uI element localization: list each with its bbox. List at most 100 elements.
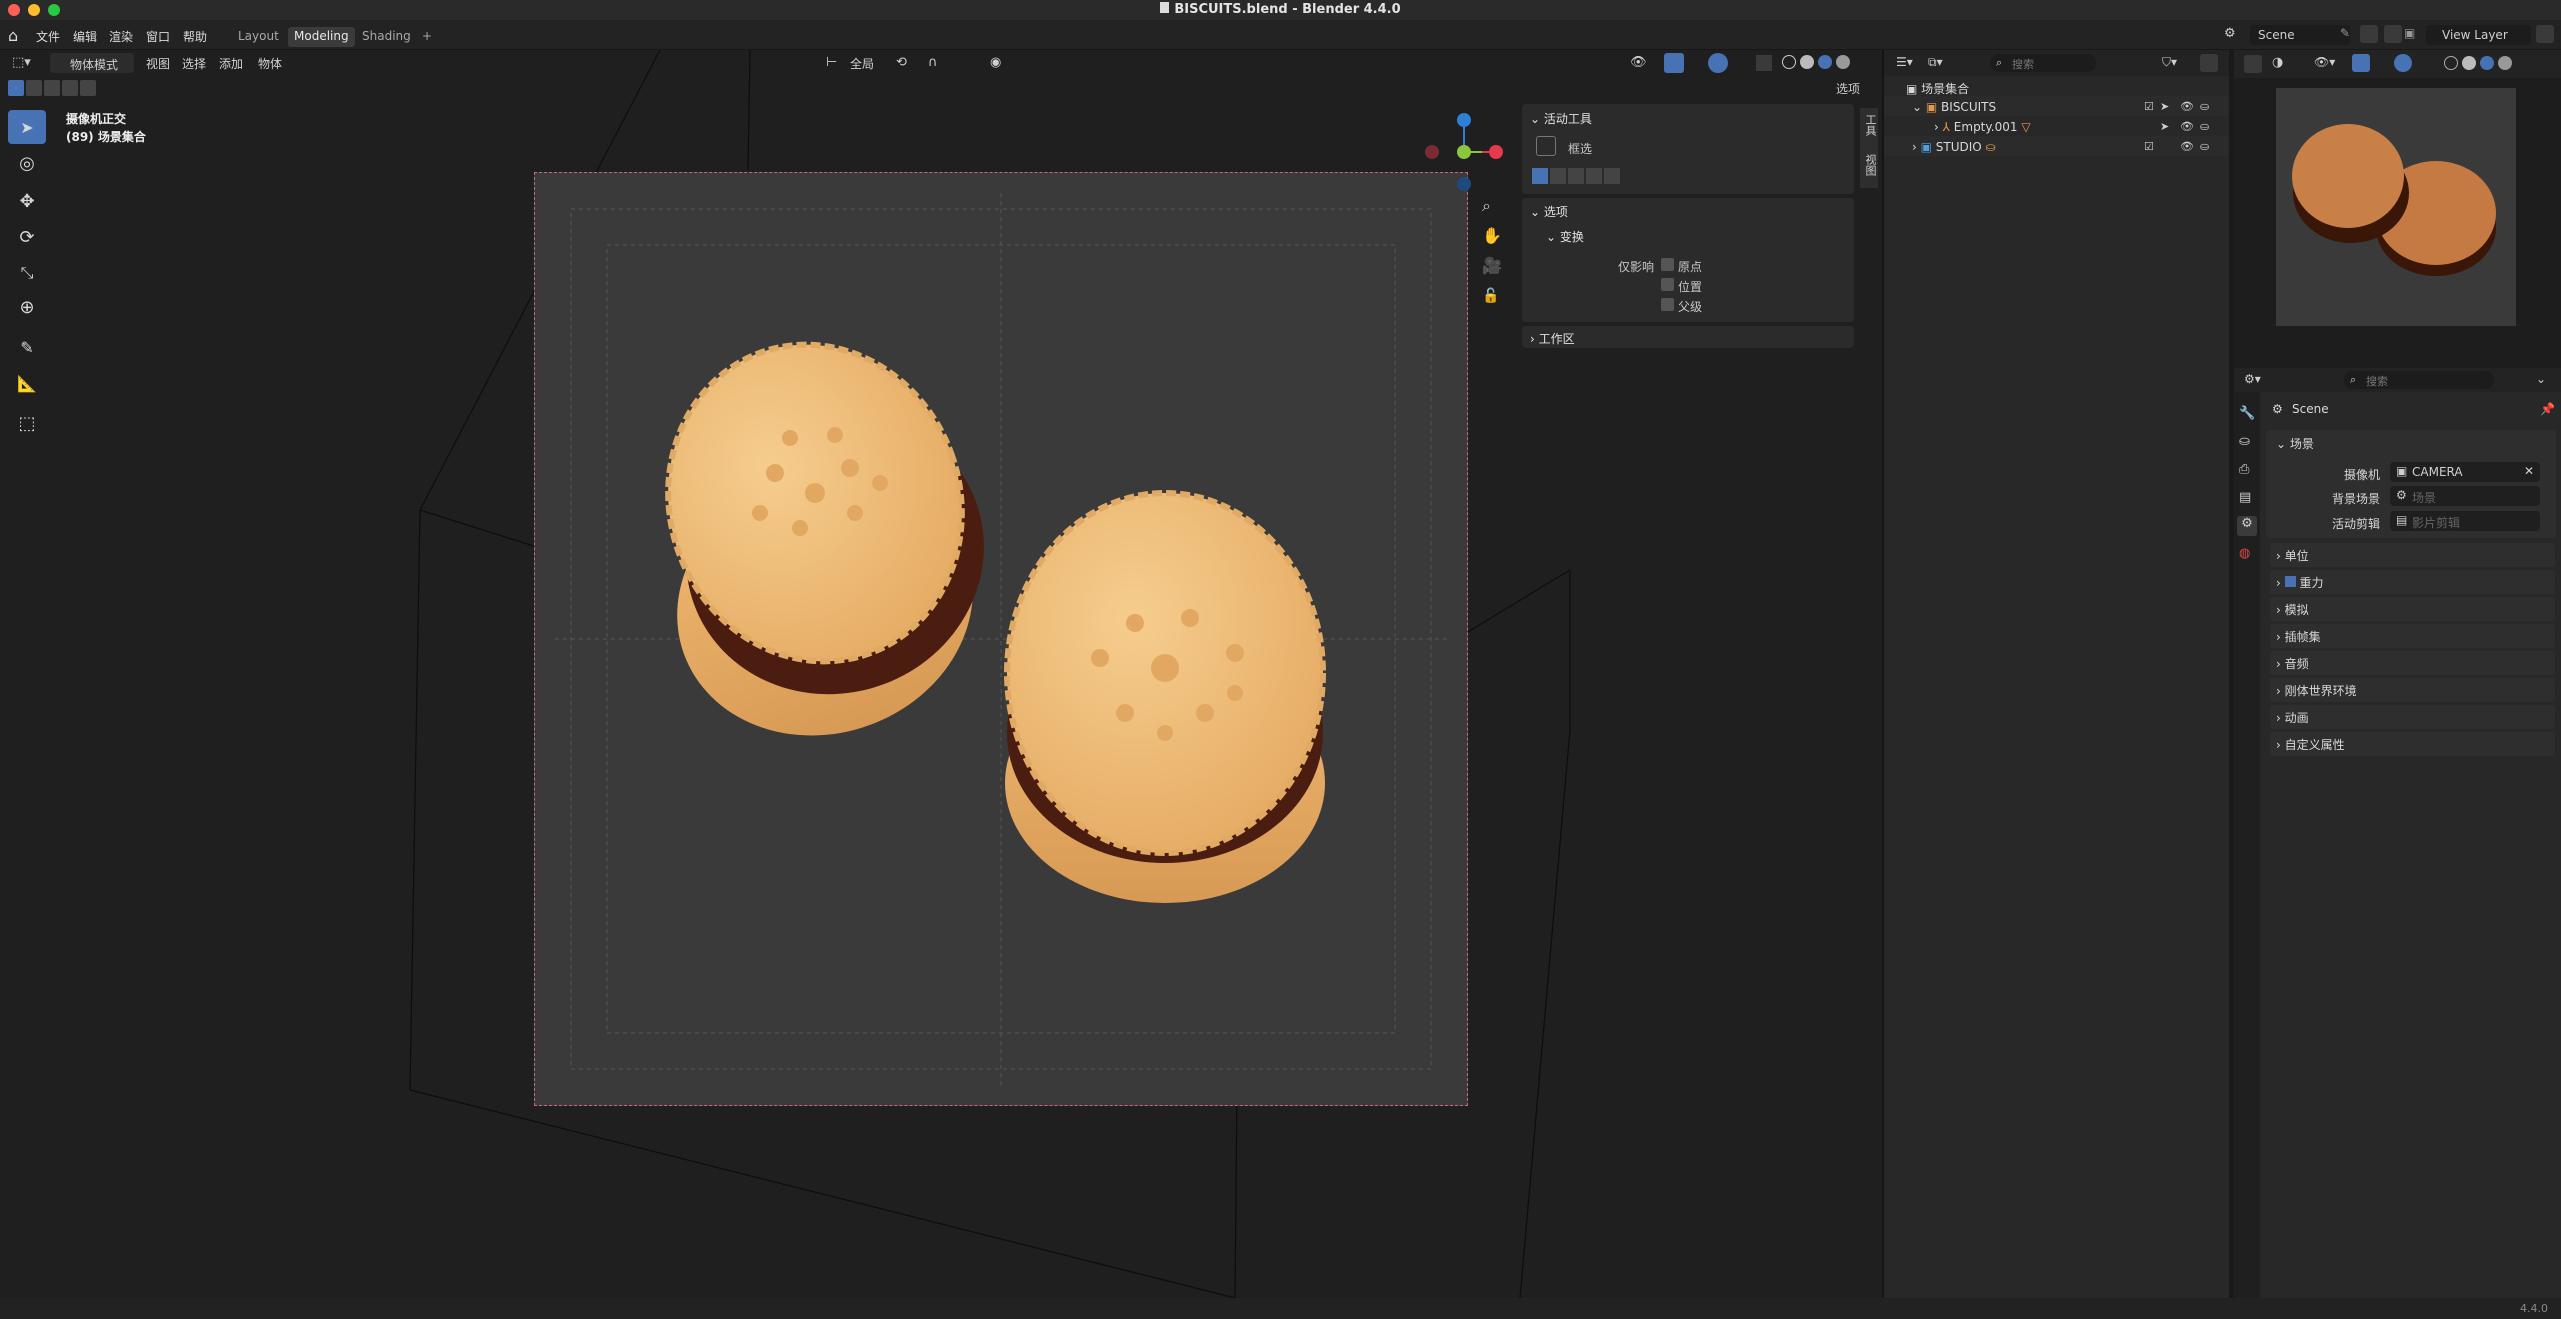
new-scene-button[interactable]	[2360, 25, 2378, 43]
tab-tool[interactable]: 工具	[1862, 114, 1878, 136]
outliner-editor-icon[interactable]: ☰▾	[1896, 55, 1913, 69]
scene-tab-icon[interactable]: ⚙	[2237, 516, 2257, 536]
simulation-panel[interactable]: › 模拟	[2270, 597, 2555, 621]
menu-object[interactable]: 物体	[258, 55, 282, 72]
measure-tool[interactable]: 📐	[8, 366, 46, 400]
preview-material-button[interactable]	[2480, 56, 2494, 70]
overlay-toggle-button[interactable]	[1708, 53, 1728, 73]
navigation-gizmo[interactable]	[1420, 108, 1504, 192]
preview-editor-icon[interactable]	[2244, 55, 2262, 73]
scene-panel-header[interactable]: ⌄ 场景	[2276, 435, 2314, 452]
pin-icon[interactable]: ✎	[2340, 26, 2350, 40]
properties-editor-icon[interactable]: ⚙▾	[2244, 372, 2261, 386]
scale-tool[interactable]: ⤡	[8, 256, 46, 290]
transform-orientation-icon[interactable]: ⊢	[826, 55, 837, 70]
menu-view[interactable]: 视图	[146, 55, 170, 72]
select-invert-button[interactable]	[62, 80, 78, 96]
menu-select[interactable]: 选择	[182, 55, 206, 72]
rigid-body-world-panel[interactable]: › 刚体世界环境	[2270, 678, 2555, 702]
units-panel[interactable]: › 单位	[2270, 543, 2555, 567]
eye-icon[interactable]: 👁	[2180, 100, 2194, 113]
menu-add[interactable]: 添加	[219, 55, 243, 72]
tool-select-invert[interactable]	[1586, 168, 1602, 184]
solid-shading-button[interactable]	[1800, 55, 1814, 69]
workspace-header[interactable]: › 工作区	[1530, 330, 1575, 347]
output-tab-icon[interactable]: ⎙	[2239, 462, 2249, 477]
gizmo-toggle-button[interactable]	[1664, 53, 1684, 73]
properties-search-input[interactable]: ⌕ 搜索	[2344, 371, 2494, 389]
tool-tab-icon[interactable]: 🔧	[2239, 406, 2255, 421]
audio-panel[interactable]: › 音频	[2270, 651, 2555, 675]
gravity-checkbox[interactable]	[2284, 576, 2296, 587]
parents-checkbox[interactable]	[1661, 298, 1674, 311]
blender-logo-icon[interactable]: ⌂	[8, 26, 18, 45]
filter-icon[interactable]: ⛉▾	[2162, 55, 2177, 70]
box-select-tool-icon[interactable]	[1536, 136, 1556, 156]
tool-select-new[interactable]	[1532, 168, 1548, 184]
mode-selector[interactable]: 物体模式	[50, 53, 134, 73]
active-clip-field[interactable]: ▤ 影片剪辑	[2390, 511, 2540, 531]
include-checkbox[interactable]: ☑	[2144, 140, 2154, 153]
select-toggle-icon[interactable]: ➤	[2160, 120, 2169, 133]
tab-layout[interactable]: Layout	[232, 27, 285, 47]
preview-rendered-button[interactable]	[2498, 56, 2512, 70]
tool-select-intersect[interactable]	[1604, 168, 1620, 184]
background-scene-field[interactable]: ⚙ 场景	[2390, 486, 2540, 506]
select-intersect-button[interactable]	[80, 80, 96, 96]
outliner-item-empty[interactable]: › ⅄ Empty.001 ▽	[1934, 120, 2031, 134]
menu-help[interactable]: 帮助	[183, 28, 207, 45]
options-header[interactable]: ⌄ 选项	[1530, 203, 1568, 220]
active-tool-header[interactable]: ⌄ 活动工具	[1530, 110, 1592, 127]
outliner-item-biscuits[interactable]: ⌄ ▣ BISCUITS	[1912, 100, 1996, 114]
eye-icon[interactable]: 👁	[2180, 120, 2194, 133]
preview-overlay-button[interactable]	[2394, 54, 2412, 72]
new-view-layer-button[interactable]	[2536, 25, 2554, 43]
neg-z-axis-icon[interactable]	[1457, 177, 1471, 191]
editor-type-icon[interactable]: ⬚▾	[12, 55, 31, 70]
visibility-icon[interactable]: 👁	[1630, 55, 1647, 70]
include-checkbox[interactable]: ☑	[2144, 100, 2154, 113]
new-collection-button[interactable]	[2200, 54, 2218, 72]
camera-view-icon[interactable]: 🎥	[1482, 256, 1502, 275]
origins-checkbox[interactable]	[1661, 258, 1674, 271]
select-toggle-icon[interactable]: ➤	[2160, 100, 2169, 113]
camera-field[interactable]: ▣ CAMERA ✕	[2390, 462, 2540, 482]
eye-icon[interactable]: 👁	[2180, 140, 2194, 153]
menu-file[interactable]: 文件	[36, 28, 60, 45]
pan-hand-icon[interactable]: ✋	[1482, 226, 1502, 245]
menu-render[interactable]: 渲染	[109, 28, 133, 45]
pin-icon[interactable]: 📌	[2540, 402, 2555, 416]
animation-panel[interactable]: › 动画	[2270, 705, 2555, 729]
render-camera-icon[interactable]: ⛀	[2200, 140, 2209, 153]
add-cube-tool[interactable]: ⬚	[8, 406, 46, 440]
scene-icon[interactable]: ⚙	[2224, 26, 2236, 41]
gravity-panel[interactable]: › 重力	[2270, 570, 2555, 594]
biscuit-right[interactable]	[1004, 490, 1326, 903]
xray-toggle-button[interactable]	[1756, 55, 1772, 71]
select-subtract-button[interactable]	[44, 80, 60, 96]
snap-icon[interactable]: ∩	[928, 55, 938, 70]
wireframe-shading-button[interactable]	[1782, 55, 1796, 69]
preview-shading-icon[interactable]: ◑	[2272, 55, 2283, 70]
select-box-tool[interactable]: ➤	[8, 110, 46, 144]
properties-options-icon[interactable]: ⌄	[2536, 372, 2546, 386]
select-new-button[interactable]	[8, 80, 24, 96]
custom-properties-panel[interactable]: › 自定义属性	[2270, 732, 2555, 756]
tool-select-extend[interactable]	[1550, 168, 1566, 184]
rotate-tool[interactable]: ⟳	[8, 220, 46, 254]
x-axis-icon[interactable]	[1489, 145, 1503, 159]
preview-solid-button[interactable]	[2462, 56, 2476, 70]
transform-tool[interactable]: ⊕	[8, 290, 46, 324]
material-shading-button[interactable]	[1818, 55, 1832, 69]
menu-window[interactable]: 窗口	[146, 28, 170, 45]
tab-shading[interactable]: Shading	[356, 27, 417, 47]
display-mode-icon[interactable]: ⧉▾	[1928, 55, 1943, 70]
render-camera-icon[interactable]: ⛀	[2200, 120, 2209, 133]
rendered-shading-button[interactable]	[1836, 55, 1850, 69]
menu-edit[interactable]: 编辑	[73, 28, 97, 45]
zoom-icon[interactable]: ⌕	[1482, 196, 1491, 216]
lock-icon[interactable]: 🔓	[1482, 288, 1499, 304]
orientation-selector[interactable]: 全局	[850, 55, 874, 72]
preview-visibility-icon[interactable]: 👁▾	[2314, 55, 2335, 69]
preview-gizmo-button[interactable]	[2352, 54, 2370, 72]
